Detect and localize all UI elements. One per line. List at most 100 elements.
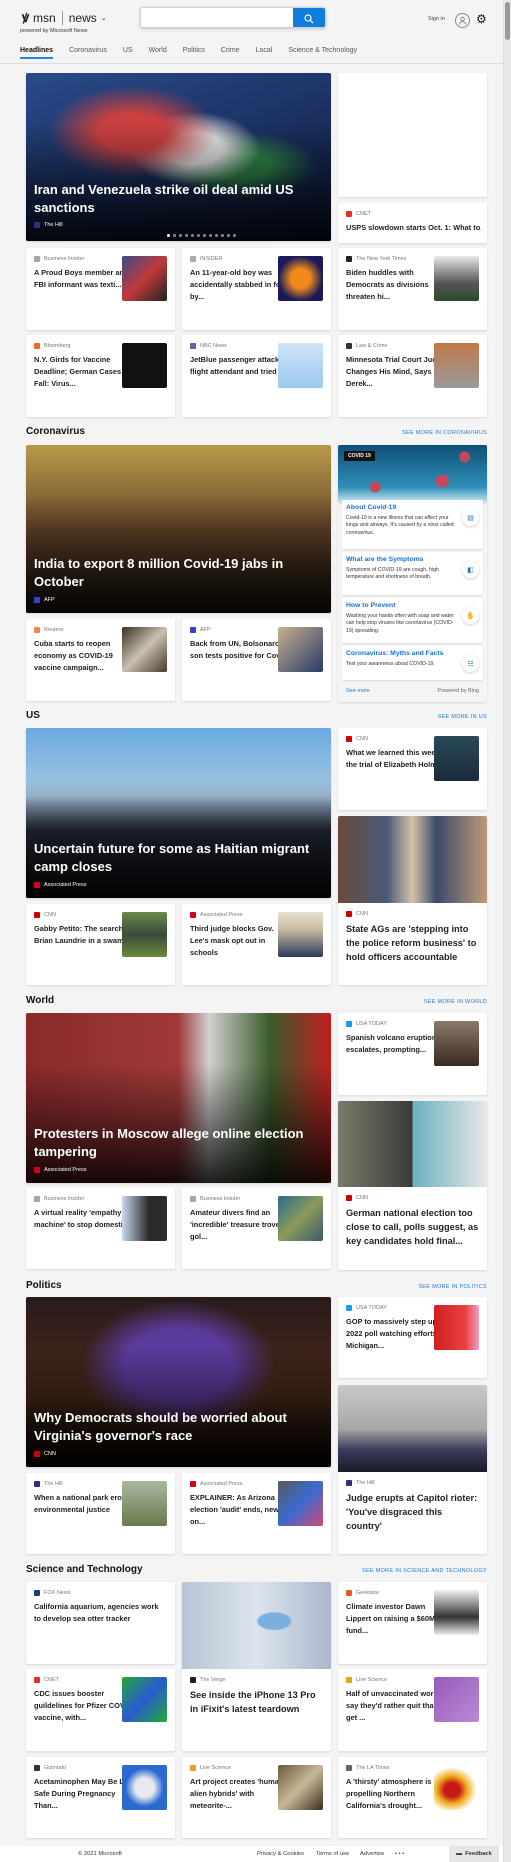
card-thumbnail-image[interactable] [278, 256, 323, 301]
card-headline[interactable]: California aquarium, agencies work to de… [34, 1601, 167, 1625]
see-more-us[interactable]: SEE MORE IN US [438, 714, 487, 720]
hero-story[interactable]: Why Democrats should be worried about Vi… [26, 1297, 331, 1467]
see-more-politics[interactable]: SEE MORE IN POLITICS [418, 1284, 487, 1290]
news-card[interactable]: AFP Back from UN, Bolsonaro son tests pos… [182, 619, 331, 701]
news-card[interactable]: Reuters Cuba starts to reopen economy as … [26, 619, 175, 701]
news-card[interactable]: Live Science Half of unvaccinated workers… [338, 1669, 487, 1751]
settings-gear-icon[interactable]: ⚙ [476, 12, 487, 26]
covid-info-item[interactable]: How to Prevent Washing your hands often w… [342, 598, 483, 643]
hero-headline[interactable]: Protesters in Moscow allege online elect… [34, 1125, 319, 1161]
card-thumbnail-image[interactable] [278, 343, 323, 388]
carousel-dot[interactable] [209, 234, 212, 237]
carousel-dot[interactable] [233, 234, 236, 237]
card-thumbnail-image[interactable] [434, 1021, 479, 1066]
covid-item-title[interactable]: About Covid-19 [346, 504, 396, 511]
news-card[interactable]: CNN Gabby Petito: The search for Brian La… [26, 904, 175, 985]
news-card[interactable]: CNET USPS slowdown starts Oct. 1: What to… [338, 203, 487, 243]
card-thumbnail-image[interactable] [122, 1196, 167, 1241]
feature-card[interactable]: The Hill Judge erupts at Capitol rioter: … [338, 1385, 487, 1554]
card-thumbnail-image[interactable] [434, 1305, 479, 1350]
avatar-button[interactable] [455, 13, 470, 28]
hero-headline[interactable]: India to export 8 million Covid-19 jabs … [34, 555, 319, 591]
hero-headline[interactable]: Iran and Venezuela strike oil deal amid … [34, 181, 319, 217]
see-more-world[interactable]: SEE MORE IN WORLD [424, 999, 487, 1005]
news-card[interactable]: Live Science Art project creates 'human-a… [182, 1757, 331, 1838]
covid-info-item[interactable]: Coronavirus: Myths and Facts Test your aw… [342, 646, 483, 680]
search-input[interactable] [141, 9, 291, 27]
covid-item-title[interactable]: What are the Symptoms [346, 556, 423, 563]
feature-card[interactable]: CNN German national election too close to… [338, 1101, 487, 1270]
news-card[interactable]: USA TODAY GOP to massively step up 2022 p… [338, 1297, 487, 1378]
nav-tab-world[interactable]: World [149, 47, 167, 59]
news-card[interactable]: USA TODAY Spanish volcano eruption escala… [338, 1013, 487, 1095]
card-thumbnail-image[interactable] [278, 1481, 323, 1526]
news-card[interactable]: The Hill When a national park erodes envi… [26, 1473, 175, 1554]
footer-more-button[interactable]: • • • [395, 1851, 404, 1857]
card-thumbnail-image[interactable] [434, 1590, 479, 1635]
carousel-dot[interactable] [173, 234, 176, 237]
news-card[interactable]: Business Insider Amateur divers find an '… [182, 1188, 331, 1269]
nav-tab-politics[interactable]: Politics [183, 47, 205, 59]
card-thumbnail-image[interactable] [434, 736, 479, 781]
feature-headline[interactable]: German national election too close to ca… [346, 1206, 479, 1248]
feature-headline[interactable]: State AGs are 'stepping into the police … [346, 922, 479, 964]
scrollbar-thumb[interactable] [505, 2, 510, 40]
nav-tab-crime[interactable]: Crime [221, 47, 240, 59]
card-thumbnail-image[interactable] [434, 343, 479, 388]
hero-story[interactable]: Iran and Venezuela strike oil deal amid … [26, 73, 331, 241]
news-card[interactable]: CNET CDC issues booster guildelines for P… [26, 1669, 175, 1751]
nav-tab-headlines[interactable]: Headlines [20, 47, 54, 59]
footer-link-terms[interactable]: Terms of use [316, 1851, 349, 1857]
news-card[interactable]: NBC News JetBlue passenger attacked fligh… [182, 335, 331, 417]
news-card[interactable]: Law & Crime Minnesota Trial Court Judge C… [338, 335, 487, 417]
card-thumbnail-image[interactable] [122, 1481, 167, 1526]
news-card[interactable]: Bloomberg N.Y. Girds for Vaccine Deadline… [26, 335, 175, 417]
scrollbar[interactable] [503, 0, 511, 1862]
card-thumbnail-image[interactable] [122, 256, 167, 301]
carousel-dot[interactable] [185, 234, 188, 237]
hero-headline[interactable]: Uncertain future for some as Haitian mig… [34, 840, 319, 876]
carousel-dot[interactable] [227, 234, 230, 237]
feature-image[interactable] [182, 1582, 331, 1669]
carousel-dot[interactable] [167, 234, 170, 237]
news-card[interactable]: INSIDER An 11-year-old boy was accidental… [182, 248, 331, 330]
card-thumbnail-image[interactable] [278, 912, 323, 957]
hero-story[interactable]: Uncertain future for some as Haitian mig… [26, 728, 331, 898]
carousel-dot[interactable] [191, 234, 194, 237]
nav-tab-local[interactable]: Local [256, 47, 273, 59]
feature-image[interactable] [338, 1101, 487, 1187]
chevron-down-icon[interactable]: ⌄ [101, 14, 107, 22]
nav-tab-us[interactable]: US [123, 47, 133, 59]
news-card[interactable]: The LA Times A 'thirsty' atmosphere is pr… [338, 1757, 487, 1838]
nav-tab-coronavirus[interactable]: Coronavirus [69, 47, 107, 59]
footer-link-privacy[interactable]: Privacy & Cookies [257, 1851, 304, 1857]
carousel-dot[interactable] [197, 234, 200, 237]
card-thumbnail-image[interactable] [122, 1765, 167, 1810]
card-thumbnail-image[interactable] [122, 1677, 167, 1722]
feature-image[interactable] [338, 1385, 487, 1472]
covid-item-title[interactable]: How to Prevent [346, 602, 395, 609]
news-card[interactable]: Associated Press EXPLAINER: As Arizona el… [182, 1473, 331, 1554]
card-thumbnail-image[interactable] [278, 627, 323, 672]
search-button[interactable] [293, 8, 325, 27]
hero-story[interactable]: Protesters in Moscow allege online elect… [26, 1013, 331, 1183]
covid-see-more-link[interactable]: See more [346, 688, 370, 694]
news-card[interactable]: Geekwire Climate investor Dawn Lippert on… [338, 1582, 487, 1664]
sign-in-link[interactable]: Sign in [428, 16, 445, 22]
nav-tab-science-technology[interactable]: Science & Technology [288, 47, 357, 59]
feedback-button[interactable]: ▬ Feedback [449, 1846, 499, 1862]
card-headline[interactable]: USPS slowdown starts Oct. 1: What to... [346, 222, 481, 234]
news-card[interactable]: The New York Times Biden huddles with Dem… [338, 248, 487, 330]
feature-image[interactable] [338, 816, 487, 903]
feature-headline[interactable]: Judge erupts at Capitol rioter: 'You've … [346, 1491, 479, 1533]
feature-headline[interactable]: See inside the iPhone 13 Pro in iFixit's… [190, 1688, 323, 1716]
carousel-dot[interactable] [203, 234, 206, 237]
card-thumbnail-image[interactable] [278, 1196, 323, 1241]
card-thumbnail-image[interactable] [434, 256, 479, 301]
card-thumbnail-image[interactable] [278, 1765, 323, 1810]
covid-info-item[interactable]: What are the Symptoms Symptoms of COVID-1… [342, 552, 483, 595]
msn-logo[interactable]: ꝟ msn news ⌄ [22, 8, 107, 27]
feature-card[interactable]: CNN State AGs are 'stepping into the poli… [338, 816, 487, 985]
news-card[interactable]: Business Insider A Proud Boys member and … [26, 248, 175, 330]
carousel-dot[interactable] [221, 234, 224, 237]
